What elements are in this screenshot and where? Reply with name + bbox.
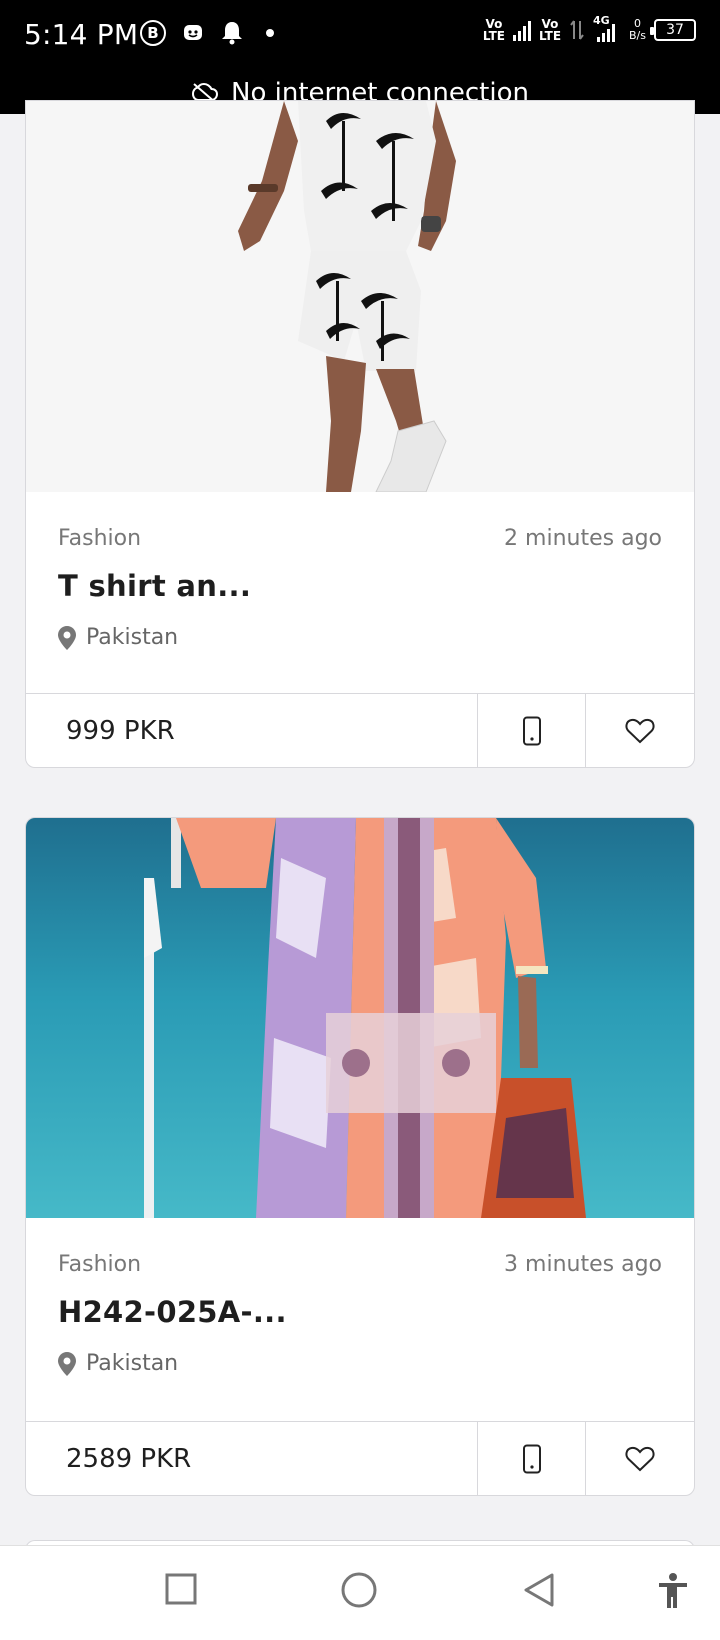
listing-image[interactable] <box>26 818 694 1218</box>
listing-location: Pakistan <box>58 1351 662 1376</box>
status-time: 5:14 PM <box>24 18 139 51</box>
favorite-button[interactable] <box>586 694 694 767</box>
listing-footer: 2589 PKR <box>26 1421 694 1495</box>
listing-location: Pakistan <box>58 625 662 650</box>
product-photo-tshirt-shorts <box>26 101 694 492</box>
more-notifications-dot <box>266 29 274 37</box>
back-triangle-icon[interactable] <box>522 1572 556 1608</box>
accessibility-icon[interactable] <box>656 1572 690 1610</box>
call-button[interactable] <box>478 694 586 767</box>
chat-app-icon <box>184 25 202 40</box>
bell-icon <box>222 22 242 45</box>
signal-icon-2: 4G <box>593 14 621 42</box>
heart-icon <box>625 1446 655 1471</box>
listing-category: Fashion <box>58 1252 142 1277</box>
listing-time: 2 minutes ago <box>504 526 662 551</box>
location-pin-icon <box>58 1351 76 1376</box>
net-speed-unit: B/s <box>629 29 646 42</box>
phone-icon <box>522 1444 541 1473</box>
volte-label-1: Vo LTE <box>482 17 505 43</box>
status-bar: 5:14 PM B Vo LTE Vo LTE 4G 0 B/s 37 <box>0 0 720 72</box>
b-badge-icon: B <box>140 20 166 46</box>
data-arrows-icon <box>570 20 584 40</box>
listing-category: Fashion <box>58 526 142 551</box>
listing-time: 3 minutes ago <box>504 1252 662 1277</box>
signal-icon-1 <box>512 19 531 41</box>
favorite-button[interactable] <box>586 1422 694 1495</box>
listing-title[interactable]: H242-025A-... <box>58 1295 662 1329</box>
net-speed: 0 B/s <box>629 18 646 42</box>
location-text: Pakistan <box>86 1351 179 1376</box>
location-text: Pakistan <box>86 625 179 650</box>
battery-level: 37 <box>666 22 684 38</box>
battery-icon: 37 <box>650 19 696 41</box>
listing-details: Fashion 2 minutes ago T shirt an... Paki… <box>26 492 694 650</box>
volte-label-2: Vo LTE <box>538 17 562 43</box>
call-button[interactable] <box>478 1422 586 1495</box>
listing-card[interactable]: Fashion 3 minutes ago H242-025A-... Paki… <box>25 817 695 1496</box>
listing-price: 999 PKR <box>26 694 478 767</box>
listing-details: Fashion 3 minutes ago H242-025A-... Paki… <box>26 1218 694 1376</box>
square-icon[interactable] <box>164 1572 198 1606</box>
listing-footer: 999 PKR <box>26 693 694 767</box>
listing-price: 2589 PKR <box>26 1422 478 1495</box>
location-pin-icon <box>58 625 76 650</box>
listing-card[interactable]: Fashion 2 minutes ago T shirt an... Paki… <box>25 100 695 768</box>
system-indicators: Vo LTE Vo LTE 4G 0 B/s 37 <box>482 14 696 43</box>
product-photo-printed-suit <box>26 818 694 1218</box>
system-nav-bar <box>0 1545 720 1640</box>
phone-icon <box>522 716 541 745</box>
listing-title[interactable]: T shirt an... <box>58 569 662 603</box>
listing-image[interactable] <box>26 101 694 492</box>
heart-icon <box>625 718 655 743</box>
notification-icons: B <box>140 20 274 46</box>
circle-icon[interactable] <box>340 1572 378 1610</box>
